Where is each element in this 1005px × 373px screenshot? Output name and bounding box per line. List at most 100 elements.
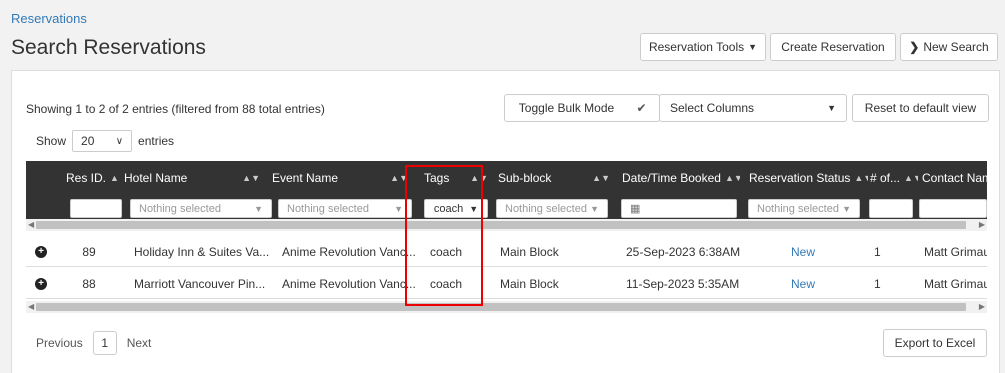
scrollbar-thumb[interactable]: [36, 221, 966, 229]
cell-sub-block: Main Block: [500, 276, 559, 291]
pagination: Previous 1 Next: [26, 331, 161, 355]
tags-column-highlight: [405, 165, 483, 306]
filter-contact-input[interactable]: [919, 199, 987, 218]
table-row: + 88 Marriott Vancouver Pin... Anime Rev…: [26, 268, 987, 299]
scroll-right-icon[interactable]: ▶: [979, 219, 985, 231]
filter-hotel-value: Nothing selected: [139, 202, 221, 215]
cell-count: 1: [874, 276, 881, 291]
horizontal-scrollbar-bottom[interactable]: ◀ ▶: [26, 301, 987, 313]
filter-count-input[interactable]: [869, 199, 913, 218]
filter-hotel-select[interactable]: Nothing selected ▼: [130, 199, 272, 218]
cell-event-name: Anime Revolution Vanc...: [282, 244, 416, 259]
caret-down-icon: ▼: [254, 203, 263, 214]
scroll-right-icon[interactable]: ▶: [979, 301, 985, 313]
caret-down-icon: ▼: [394, 203, 403, 214]
length-menu: Show 20 ∨ entries: [36, 130, 174, 152]
calendar-icon: ▦: [630, 203, 641, 215]
bulk-check-button[interactable]: ✔: [624, 94, 660, 122]
horizontal-scrollbar-top[interactable]: ◀ ▶: [26, 219, 987, 231]
export-excel-label: Export to Excel: [894, 336, 976, 350]
length-prefix: Show: [36, 134, 67, 148]
reservation-tools-label: Reservation Tools: [648, 40, 745, 54]
column-label: Event Name: [272, 171, 339, 185]
sort-icon: ▲▼: [110, 173, 118, 183]
export-excel-button[interactable]: Export to Excel: [883, 329, 987, 357]
create-reservation-button[interactable]: Create Reservation: [770, 33, 896, 61]
cell-contact-name: Matt Grimaud: [924, 276, 987, 291]
table-info: Showing 1 to 2 of 2 entries (filtered fr…: [26, 102, 325, 116]
length-suffix: entries: [138, 134, 175, 148]
column-header-reservation-status[interactable]: Reservation Status ▲▼: [743, 161, 868, 195]
expand-cell[interactable]: +: [26, 236, 56, 267]
column-label: # of...: [870, 171, 901, 185]
cell-hotel-name: Marriott Vancouver Pin...: [134, 276, 266, 291]
cell-status-link[interactable]: New: [744, 236, 862, 267]
cell-res-id: 89: [82, 244, 96, 259]
column-label: Contact Name: [922, 171, 987, 185]
page-length-value: 20: [81, 134, 95, 148]
column-label: Res ID.: [66, 171, 107, 185]
cell-hotel-name: Holiday Inn & Suites Va...: [134, 244, 270, 259]
filter-subblock-select[interactable]: Nothing selected ▼: [496, 199, 608, 218]
results-panel: Showing 1 to 2 of 2 entries (filtered fr…: [11, 70, 1000, 373]
cell-date-booked: 11-Sep-2023 5:35AM: [626, 276, 740, 291]
cell-event-name: Anime Revolution Vanc...: [282, 276, 416, 291]
reset-view-button[interactable]: Reset to default view: [852, 94, 989, 122]
table-row: + 89 Holiday Inn & Suites Va... Anime Re…: [26, 236, 987, 267]
filter-event-value: Nothing selected: [287, 202, 369, 215]
reservations-table: Res ID.▲▼ Hotel Name▲▼ Event Name▲▼ Tags…: [26, 161, 987, 317]
page-length-select[interactable]: 20 ∨: [72, 130, 133, 152]
column-header-sub-block[interactable]: Sub-block ▲▼: [492, 161, 616, 195]
column-label: Hotel Name: [124, 171, 188, 185]
filter-status-value: Nothing selected: [757, 202, 839, 215]
check-icon: ✔: [636, 101, 647, 115]
toggle-bulk-label: Toggle Bulk Mode: [518, 101, 615, 115]
scrollbar-thumb[interactable]: [36, 303, 966, 311]
filter-status-select[interactable]: Nothing selected ▼: [748, 199, 860, 218]
caret-down-icon: ▼: [590, 203, 599, 214]
column-header-res-id[interactable]: Res ID.▲▼: [60, 161, 118, 195]
sort-icon: ▲▼: [724, 173, 740, 183]
caret-down-icon: ▼: [748, 42, 758, 52]
scroll-left-icon[interactable]: ◀: [28, 219, 34, 231]
column-header-event-name[interactable]: Event Name ▲▼: [266, 161, 414, 195]
new-search-label: New Search: [923, 40, 989, 54]
scroll-left-icon[interactable]: ◀: [28, 301, 34, 313]
breadcrumb[interactable]: Reservations: [11, 11, 87, 26]
column-header-count[interactable]: # of... ▲▼: [864, 161, 918, 195]
reset-view-label: Reset to default view: [864, 101, 977, 115]
new-search-button[interactable]: ❯ New Search: [900, 33, 998, 61]
select-columns-label: Select Columns: [670, 101, 755, 115]
filter-date-input[interactable]: ▦: [621, 199, 737, 218]
column-header-expand: [26, 161, 60, 195]
column-label: Sub-block: [498, 171, 552, 185]
filter-event-select[interactable]: Nothing selected ▼: [278, 199, 412, 218]
caret-down-icon: ▼: [842, 203, 851, 214]
toggle-bulk-mode-button[interactable]: Toggle Bulk Mode: [504, 94, 629, 122]
cell-res-id: 88: [82, 276, 96, 291]
expand-row-icon[interactable]: +: [35, 245, 47, 258]
column-header-date-booked[interactable]: Date/Time Booked ▲▼: [616, 161, 740, 195]
page-title: Search Reservations: [11, 36, 206, 59]
select-columns-dropdown[interactable]: Select Columns ▼: [659, 94, 847, 122]
cell-status-link[interactable]: New: [744, 268, 862, 299]
previous-page-button[interactable]: Previous: [26, 336, 93, 350]
table-header: Res ID.▲▼ Hotel Name▲▼ Event Name▲▼ Tags…: [26, 161, 987, 219]
column-header-contact-name[interactable]: Contact Name: [916, 161, 987, 195]
cell-count: 1: [874, 244, 881, 259]
sort-icon: ▲▼: [242, 173, 260, 183]
chevron-down-icon: ∨: [115, 135, 124, 147]
column-label: Date/Time Booked: [622, 171, 721, 185]
column-header-hotel-name[interactable]: Hotel Name ▲▼: [118, 161, 266, 195]
cell-contact-name: Matt Grimaud: [924, 244, 987, 259]
create-reservation-label: Create Reservation: [781, 40, 885, 54]
filter-res-id-input[interactable]: [70, 199, 122, 218]
page-1-button[interactable]: 1: [92, 331, 117, 355]
sort-icon: ▲▼: [592, 173, 610, 183]
expand-cell[interactable]: +: [26, 268, 56, 299]
next-page-button[interactable]: Next: [117, 336, 162, 350]
cell-sub-block: Main Block: [500, 244, 559, 259]
column-label: Reservation Status: [749, 171, 851, 185]
reservation-tools-button[interactable]: Reservation Tools ▼: [640, 33, 766, 61]
expand-row-icon[interactable]: +: [35, 277, 47, 290]
